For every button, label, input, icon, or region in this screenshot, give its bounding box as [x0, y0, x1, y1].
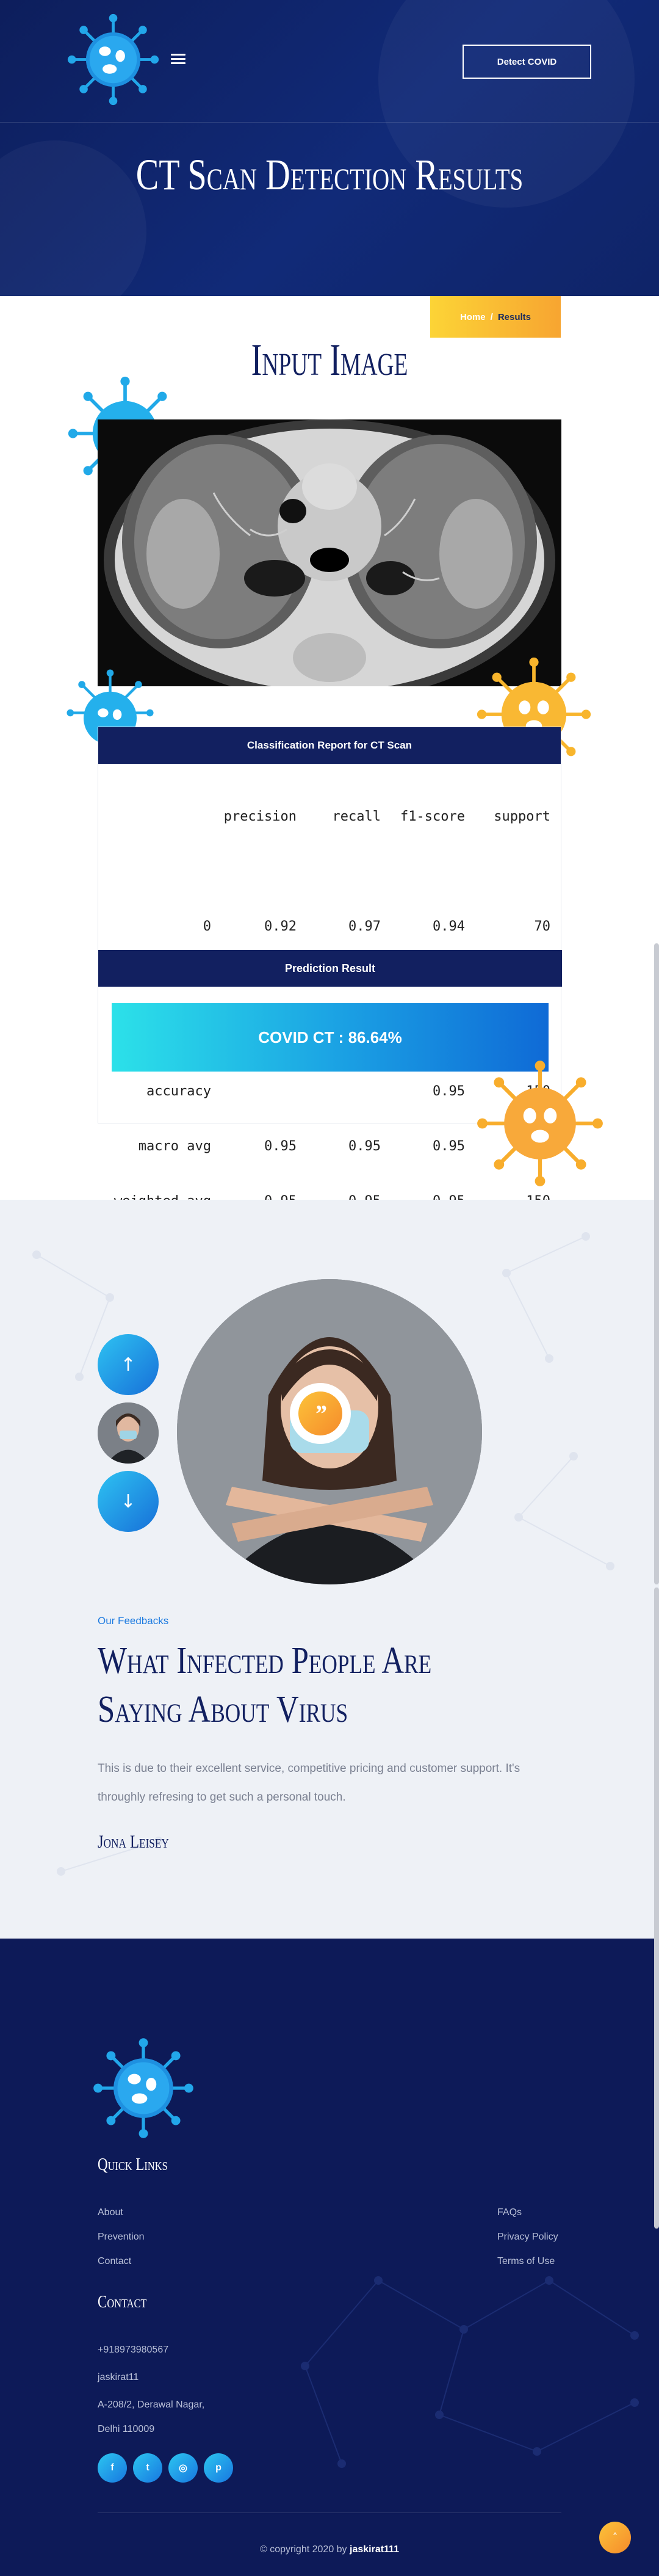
scrollbar-thumb[interactable] [654, 943, 659, 1584]
quote-icon: ” [298, 1391, 342, 1435]
report-col-recall: recall [332, 809, 381, 824]
report-title: Classification Report for CT Scan [98, 727, 561, 764]
copyright: © copyright 2020 by jaskirat111 [0, 2544, 659, 2555]
scrollbar-thumb[interactable] [654, 1587, 659, 2229]
report-row: 0 0.92 0.97 0.94 70 [203, 919, 550, 934]
menu-hamburger-icon[interactable] [171, 54, 185, 65]
testimonial-section: ↑ ↓ ” Our Feedbacks What Infected People [0, 1200, 659, 1939]
contact-phone[interactable]: +918973980567 [98, 2345, 168, 2356]
breadcrumb: Home / Results [430, 296, 561, 338]
report-header-row: precision recall f1-score support [98, 808, 561, 826]
report-col-support: support [494, 809, 550, 824]
arrow-down-icon: ↓ [120, 1490, 136, 1512]
copyright-author[interactable]: jaskirat111 [350, 2544, 399, 2555]
testimonial-next-thumb[interactable]: ↓ [98, 1471, 159, 1532]
pinterest-icon[interactable]: p [204, 2453, 233, 2483]
testimonial-title: What Infected People Are Saying About Vi… [98, 1640, 432, 1730]
feedback-label: Our Feedbacks [98, 1615, 169, 1627]
footer-link-terms[interactable]: Terms of Use [497, 2256, 555, 2267]
report-col-f1: f1-score [400, 809, 465, 824]
chevron-up-icon: ˄ [612, 2531, 618, 2544]
quote-badge: ” [290, 1383, 351, 1444]
footer-link-prevention[interactable]: Prevention [98, 2232, 145, 2243]
detect-covid-button[interactable]: Detect COVID [463, 45, 591, 79]
contact-address-line2: Delhi 110009 [98, 2424, 155, 2434]
footer-link-contact[interactable]: Contact [98, 2256, 131, 2267]
testimonial-text: This is due to their excellent service, … [98, 1762, 520, 1804]
twitter-icon[interactable]: t [133, 2453, 162, 2483]
contact-heading: Contact [98, 2293, 147, 2312]
virus-logo-icon[interactable] [92, 2036, 195, 2140]
header-divider [0, 122, 659, 123]
contact-address-line1: A-208/2, Derawal Nagar, [98, 2400, 205, 2410]
page-title: CT Scan Detection Results [135, 150, 524, 199]
breadcrumb-home-link[interactable]: Home [460, 312, 486, 322]
virus-logo-icon[interactable] [66, 12, 160, 107]
testimonial-active-thumb[interactable] [98, 1402, 159, 1464]
testimonial-author: Jona Leisey [98, 1832, 169, 1852]
footer-link-about[interactable]: About [98, 2207, 123, 2218]
scroll-to-top-button[interactable]: ˄ [599, 2522, 631, 2553]
contact-handle: jaskirat11 [98, 2372, 139, 2382]
footer-link-faqs[interactable]: FAQs [497, 2207, 522, 2218]
page-footer: Quick Links About Prevention Contact FAQ… [0, 1939, 659, 2576]
page-header: Detect COVID CT Scan Detection Results [0, 0, 659, 296]
quick-links-heading: Quick Links [98, 2155, 168, 2174]
orange-virus-icon [477, 1061, 603, 1186]
report-col-precision: precision [223, 809, 297, 824]
testimonial-prev-thumb[interactable]: ↑ [98, 1334, 159, 1395]
ct-scan-image [98, 419, 561, 686]
prediction-title: Prediction Result [98, 950, 562, 987]
arrow-up-icon: ↑ [120, 1354, 136, 1376]
copyright-text: © copyright 2020 by [260, 2544, 350, 2555]
facebook-icon[interactable]: f [98, 2453, 127, 2483]
breadcrumb-current: Results [497, 311, 531, 322]
footer-link-privacy[interactable]: Privacy Policy [497, 2232, 558, 2243]
instagram-icon[interactable]: ◎ [168, 2453, 198, 2483]
breadcrumb-separator: / [490, 311, 493, 322]
